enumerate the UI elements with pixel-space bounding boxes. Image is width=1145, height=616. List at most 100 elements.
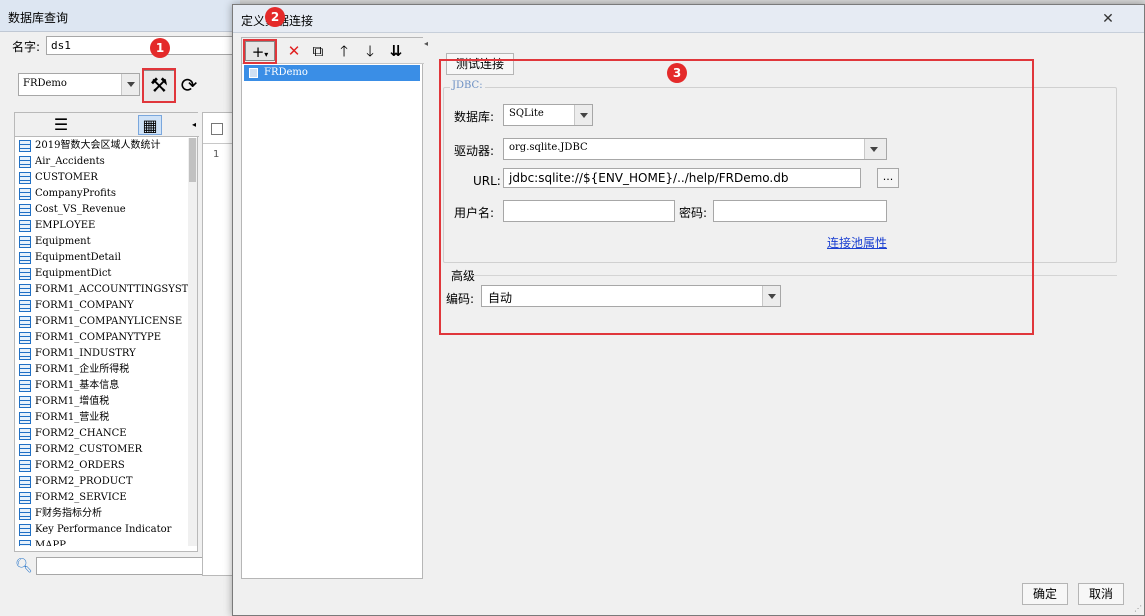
table-list-item[interactable]: CUSTOMER: [15, 170, 189, 186]
table-list-item[interactable]: FORM2_PRODUCT: [15, 474, 189, 490]
refresh-icon[interactable]: ⟳: [177, 72, 201, 98]
table-list-item[interactable]: FORM1_COMPANYTYPE: [15, 330, 189, 346]
table-list-item[interactable]: EquipmentDetail: [15, 250, 189, 266]
table-list-item[interactable]: Air_Accidents: [15, 154, 189, 170]
connection-item-frdemo[interactable]: FRDemo: [244, 65, 420, 81]
dialog-title-bar: 定义数据连接 ✕: [233, 5, 1144, 33]
connection-select-value: FRDemo: [23, 78, 67, 89]
table-list-item-label: FORM2_ORDERS: [35, 460, 125, 471]
table-list-item[interactable]: F财务指标分析: [15, 506, 189, 522]
table-list-item-label: FORM1_营业税: [35, 412, 110, 423]
define-data-connection-dialog: 定义数据连接 ✕ +▾ ✕ ⧉ 🡑 🡓 ⇊ FRDemo ◂ 测试连接 JDBC…: [232, 4, 1145, 616]
table-icon: [19, 332, 31, 344]
table-list-item[interactable]: Equipment: [15, 234, 189, 250]
table-list-item[interactable]: EMPLOYEE: [15, 218, 189, 234]
table-list-item[interactable]: FORM1_营业税: [15, 410, 189, 426]
copy-icon[interactable]: ⧉: [308, 41, 328, 61]
connection-toolbar: +▾ ✕ ⧉ 🡑 🡓 ⇊: [242, 38, 424, 64]
move-down-icon[interactable]: 🡓: [360, 41, 380, 61]
table-icon: [19, 508, 31, 520]
table-list-item[interactable]: FORM2_ORDERS: [15, 458, 189, 474]
table-list-item-label: FORM2_CHANCE: [35, 428, 127, 439]
table-list-item-label: FORM2_CUSTOMER: [35, 444, 143, 455]
name-input[interactable]: ds1: [46, 36, 246, 55]
table-icon: [19, 300, 31, 312]
table-list-item[interactable]: FORM1_COMPANYLICENSE: [15, 314, 189, 330]
table-list-item[interactable]: FORM1_ACCOUNTTINGSYSTEM: [15, 282, 189, 298]
table-list-item[interactable]: FORM2_CUSTOMER: [15, 442, 189, 458]
table-icon: [19, 444, 31, 456]
table-icon: [19, 348, 31, 360]
table-panel-tabs: ☰ ▦ ◂: [15, 113, 199, 137]
checkbox[interactable]: [211, 123, 223, 135]
table-list-item[interactable]: FORM1_增值税: [15, 394, 189, 410]
close-icon[interactable]: ✕: [1096, 9, 1120, 29]
table-icon: [19, 524, 31, 536]
step-badge-2: 2: [265, 7, 285, 27]
connection-item-label: FRDemo: [264, 67, 308, 78]
name-label: 名字:: [12, 40, 41, 54]
list-view-icon[interactable]: ☰: [49, 115, 73, 135]
table-list-item-label: FORM1_增值税: [35, 396, 110, 407]
delete-icon[interactable]: ✕: [284, 41, 304, 61]
table-list-item[interactable]: CompanyProfits: [15, 186, 189, 202]
table-icon: [19, 380, 31, 392]
cancel-button[interactable]: 取消: [1078, 583, 1124, 605]
table-search-row: 🔍︎: [14, 556, 212, 576]
table-list-item[interactable]: FORM1_企业所得税: [15, 362, 189, 378]
table-list-item[interactable]: MAPP: [15, 538, 189, 546]
table-list-item-label: Air_Accidents: [35, 156, 105, 167]
table-list-item[interactable]: Cost_VS_Revenue: [15, 202, 189, 218]
table-icon: [19, 476, 31, 488]
pane-splitter[interactable]: ◂: [424, 37, 428, 579]
table-list-item-label: FORM1_COMPANYLICENSE: [35, 316, 183, 327]
table-icon: [19, 284, 31, 296]
table-list-item[interactable]: FORM2_CHANCE: [15, 426, 189, 442]
table-list-item-label: FORM1_企业所得税: [35, 364, 130, 375]
table-icon: [19, 156, 31, 168]
table-icon: [19, 188, 31, 200]
table-list-item[interactable]: FORM1_COMPANY: [15, 298, 189, 314]
line-number: 1: [213, 149, 220, 160]
table-icon: [19, 540, 31, 546]
table-icon: [19, 204, 31, 216]
table-list-scrollbar[interactable]: [188, 138, 197, 546]
table-list-item-label: 2019智数大会区域人数统计: [35, 140, 161, 151]
table-list-item-label: FORM1_COMPANYTYPE: [35, 332, 162, 343]
table-list-item-label: FORM1_COMPANY: [35, 300, 134, 311]
highlight-box-3: [439, 59, 1034, 335]
collapse-arrow-icon[interactable]: ◂: [189, 115, 199, 135]
resize-grip-icon[interactable]: ⋰: [1134, 604, 1142, 613]
table-list-item-label: EquipmentDetail: [35, 252, 121, 263]
search-icon: 🔍︎: [15, 558, 33, 574]
table-list-item[interactable]: EquipmentDict: [15, 266, 189, 282]
chevron-down-icon[interactable]: [121, 74, 139, 95]
table-list-item-label: FORM1_基本信息: [35, 380, 120, 391]
table-search-input[interactable]: [36, 557, 212, 575]
table-view-icon[interactable]: ▦: [138, 115, 162, 135]
sort-icon[interactable]: ⇊: [386, 41, 406, 61]
table-list-item-label: FORM2_PRODUCT: [35, 476, 133, 487]
table-icon: [19, 460, 31, 472]
connection-list-pane: +▾ ✕ ⧉ 🡑 🡓 ⇊ FRDemo: [241, 37, 424, 579]
table-icon: [19, 220, 31, 232]
table-icon: [19, 428, 31, 440]
table-list-item-label: CompanyProfits: [35, 188, 116, 199]
table-list-item[interactable]: FORM2_SERVICE: [15, 490, 189, 506]
table-list-item[interactable]: FORM1_基本信息: [15, 378, 189, 394]
connection-select[interactable]: FRDemo: [18, 73, 140, 96]
table-list-item[interactable]: FORM1_INDUSTRY: [15, 346, 189, 362]
database-query-window: 数据库查询 名字: ds1 FRDemo ⚒ ⟳ 1 ☰ ▦ ◂ 2019智数大…: [0, 0, 246, 616]
step-badge-1: 1: [150, 38, 170, 58]
table-icon: [19, 268, 31, 280]
table-list-item-label: Equipment: [35, 236, 91, 247]
table-icon: [19, 236, 31, 248]
ok-button[interactable]: 确定: [1022, 583, 1068, 605]
table-list-item-label: FORM2_SERVICE: [35, 492, 127, 503]
highlight-box-1: [142, 68, 176, 103]
move-up-icon[interactable]: 🡑: [334, 41, 354, 61]
table-icon: [19, 252, 31, 264]
table-list-item[interactable]: Key Performance Indicator: [15, 522, 189, 538]
table-list-item[interactable]: 2019智数大会区域人数统计: [15, 138, 189, 154]
table-list-item-label: Key Performance Indicator: [35, 524, 172, 535]
